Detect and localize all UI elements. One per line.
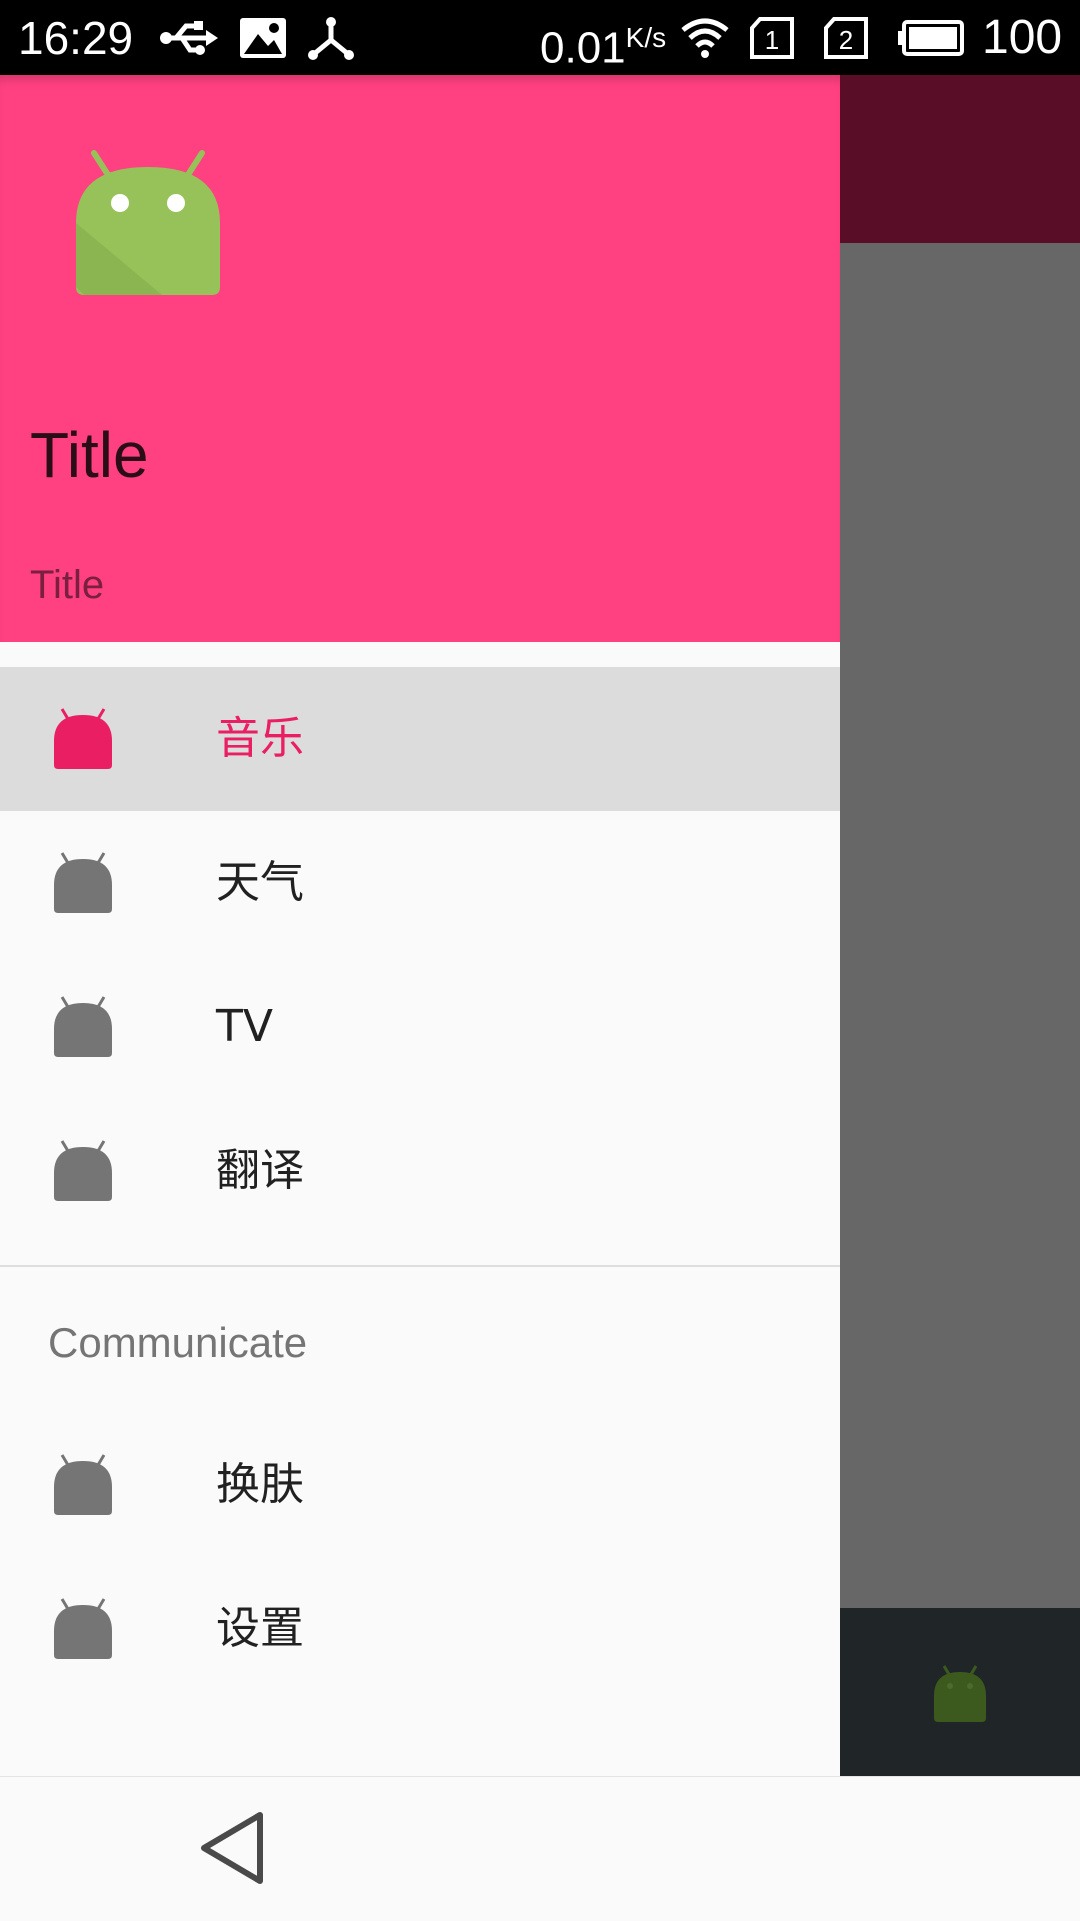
- menu-label: TV: [216, 1001, 273, 1052]
- status-time: 16:29: [18, 12, 134, 64]
- image-icon: [240, 18, 286, 58]
- android-icon: [934, 1665, 986, 1722]
- wifi-icon: [681, 18, 729, 58]
- battery-icon: [898, 20, 964, 56]
- drawer-header: Title Title: [0, 75, 840, 642]
- svg-text:1: 1: [765, 25, 779, 55]
- sim2-icon: 2: [824, 17, 868, 59]
- android-icon: [54, 1598, 112, 1659]
- menu-item-tv[interactable]: TV: [0, 955, 840, 1099]
- menu-label: 天气: [216, 857, 304, 908]
- back-icon[interactable]: [200, 1811, 266, 1885]
- sim1-icon: 1: [750, 17, 794, 59]
- android-icon: [54, 852, 112, 913]
- menu-item-skin[interactable]: 换肤: [0, 1413, 840, 1557]
- network-rate: 0.01K/s: [540, 22, 667, 73]
- android-icon: [54, 708, 112, 769]
- divider: [0, 1265, 840, 1267]
- menu-item-settings[interactable]: 设置: [0, 1557, 840, 1701]
- svg-text:2: 2: [839, 25, 853, 55]
- menu-label: 换肤: [216, 1459, 304, 1510]
- navigation-drawer: Title Title 音乐 天气 TV 翻译 Communicate 换肤 设…: [0, 75, 840, 1776]
- drawer-scrim[interactable]: [840, 243, 1080, 1608]
- menu-item-music[interactable]: 音乐: [0, 667, 840, 811]
- menu-label: 翻译: [216, 1145, 304, 1196]
- usb-icon: [160, 21, 218, 55]
- header-title: Title: [30, 419, 149, 491]
- android-icon: [54, 1454, 112, 1515]
- share-icon: [308, 17, 354, 60]
- menu-item-weather[interactable]: 天气: [0, 811, 840, 955]
- status-bar: 16:29 0.01K/s 1 2 100: [0, 0, 1080, 75]
- menu-item-translate[interactable]: 翻译: [0, 1099, 840, 1243]
- section-header-communicate: Communicate: [48, 1319, 308, 1366]
- android-icon: [54, 996, 112, 1057]
- navigation-bar: [0, 1776, 1080, 1921]
- background-toolbar[interactable]: [840, 75, 1080, 243]
- android-icon: [76, 150, 220, 295]
- menu-label: 音乐: [216, 713, 304, 764]
- header-subtitle: Title: [30, 563, 105, 607]
- battery-level: 100: [982, 11, 1063, 64]
- android-icon: [54, 1140, 112, 1201]
- menu-label: 设置: [216, 1603, 304, 1654]
